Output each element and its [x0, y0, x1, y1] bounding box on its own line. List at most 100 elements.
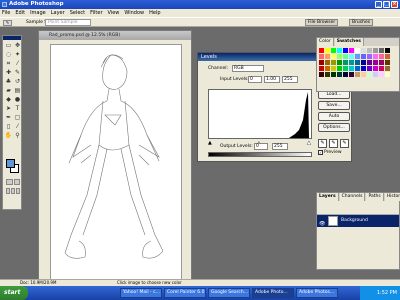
tab-color[interactable]: Color — [317, 38, 334, 46]
preview-checkbox[interactable]: ✓ — [318, 150, 323, 155]
menu-edit[interactable]: Edit — [15, 10, 25, 16]
input-white-field[interactable]: 255 — [282, 76, 298, 83]
menu-view[interactable]: View — [108, 10, 120, 16]
swatch[interactable] — [331, 60, 336, 65]
move-tool-icon[interactable]: ✥ — [13, 41, 22, 50]
layer-row-background[interactable]: 👁 Background — [317, 215, 399, 227]
menu-filter[interactable]: Filter — [90, 10, 102, 16]
swatch[interactable] — [361, 60, 366, 65]
swatch[interactable] — [343, 54, 348, 59]
swatch[interactable] — [385, 66, 390, 71]
swatch[interactable] — [355, 54, 360, 59]
swatch[interactable] — [343, 60, 348, 65]
swatch[interactable] — [373, 60, 378, 65]
swatch[interactable] — [367, 60, 372, 65]
menu-image[interactable]: Image — [30, 10, 46, 16]
task-adobe-photoshop-2[interactable]: Adobe Photos... — [296, 288, 338, 298]
type-tool-icon[interactable]: T — [13, 104, 22, 113]
swatch[interactable] — [349, 72, 354, 77]
stamp-tool-icon[interactable]: ♣ — [4, 77, 13, 86]
menu-help[interactable]: Help — [149, 10, 160, 16]
swatch[interactable] — [379, 48, 384, 53]
tab-layers[interactable]: Layers — [317, 193, 339, 201]
output-black-field[interactable]: 0 — [254, 143, 268, 150]
magic-wand-tool-icon[interactable]: ✦ — [13, 50, 22, 59]
swatch[interactable] — [361, 48, 366, 53]
swatch[interactable] — [325, 60, 330, 65]
quickmask-mode-button[interactable] — [13, 179, 20, 185]
tab-swatches[interactable]: Swatches — [334, 38, 364, 46]
swatch[interactable] — [355, 60, 360, 65]
swatch[interactable] — [379, 66, 384, 71]
channel-select[interactable]: RGB — [232, 65, 264, 72]
swatch[interactable] — [367, 54, 372, 59]
dodge-tool-icon[interactable]: ● — [13, 95, 22, 104]
standard-mode-button[interactable] — [6, 179, 13, 185]
swatch[interactable] — [385, 48, 390, 53]
swatch[interactable] — [361, 54, 366, 59]
auto-button[interactable]: Auto — [318, 112, 350, 121]
pen-tool-icon[interactable]: ✒ — [4, 113, 13, 122]
shape-tool-icon[interactable]: ▢ — [13, 113, 22, 122]
swatch[interactable] — [379, 72, 384, 77]
swatch[interactable] — [325, 66, 330, 71]
file-browser-button[interactable]: File Browser — [305, 19, 339, 26]
swatch[interactable] — [343, 66, 348, 71]
gray-eyedropper-icon[interactable]: ✎ — [329, 139, 338, 148]
swatch[interactable] — [331, 48, 336, 53]
swatch[interactable] — [349, 54, 354, 59]
swatch[interactable] — [379, 54, 384, 59]
options-button[interactable]: Options... — [318, 123, 350, 132]
swatch[interactable] — [367, 72, 372, 77]
eye-icon[interactable]: 👁 — [319, 218, 325, 230]
slice-tool-icon[interactable]: ⁄ — [13, 59, 22, 68]
task-google-search[interactable]: Google Search... — [208, 288, 250, 298]
menu-window[interactable]: Window — [124, 10, 144, 16]
menu-file[interactable]: File — [2, 10, 10, 16]
zoom-tool-icon[interactable]: ⚲ — [13, 131, 22, 140]
close-button[interactable]: × — [391, 1, 398, 8]
black-point-slider[interactable]: ▲ — [208, 140, 212, 146]
swatch[interactable] — [325, 48, 330, 53]
tab-channels[interactable]: Channels — [339, 193, 366, 201]
eyedropper-tool-icon[interactable]: ⁄ — [13, 122, 22, 131]
start-button[interactable]: start — [0, 286, 28, 300]
notes-tool-icon[interactable]: ▯ — [4, 122, 13, 131]
image-canvas[interactable] — [50, 44, 182, 282]
sample-size-select[interactable]: Point Sample — [45, 19, 91, 26]
swatch[interactable] — [337, 72, 342, 77]
swatch[interactable] — [319, 54, 324, 59]
swatch[interactable] — [319, 72, 324, 77]
swatch[interactable] — [331, 54, 336, 59]
lasso-tool-icon[interactable]: ◌ — [4, 50, 13, 59]
history-brush-tool-icon[interactable]: ↺ — [13, 77, 22, 86]
menu-layer[interactable]: Layer — [51, 10, 65, 16]
swatch[interactable] — [361, 72, 366, 77]
swatch[interactable] — [319, 48, 324, 53]
swatch[interactable] — [331, 66, 336, 71]
eraser-tool-icon[interactable]: ▰ — [4, 86, 13, 95]
swatch[interactable] — [367, 48, 372, 53]
swatch[interactable] — [355, 48, 360, 53]
task-corel-painter[interactable]: Corel Painter 6.0 — [164, 288, 206, 298]
swatch[interactable] — [355, 72, 360, 77]
swatch[interactable] — [385, 72, 390, 77]
healing-tool-icon[interactable]: ✚ — [4, 68, 13, 77]
hand-tool-icon[interactable]: ✋ — [4, 131, 13, 140]
swatch[interactable] — [379, 60, 384, 65]
minimize-button[interactable]: _ — [375, 1, 382, 8]
gradient-tool-icon[interactable]: ▤ — [13, 86, 22, 95]
swatch[interactable] — [349, 48, 354, 53]
output-white-field[interactable]: 255 — [272, 143, 288, 150]
tab-history[interactable]: History — [384, 193, 400, 201]
eyedropper-tool-icon[interactable]: ✎ — [3, 20, 12, 26]
swatch[interactable] — [331, 72, 336, 77]
tab-paths[interactable]: Paths — [366, 193, 384, 201]
marquee-tool-icon[interactable]: ▭ — [4, 41, 13, 50]
task-adobe-photoshop[interactable]: Adobe Photo... — [252, 288, 294, 298]
swatch[interactable] — [325, 72, 330, 77]
swatch[interactable] — [373, 66, 378, 71]
task-yahoo-mail[interactable]: Yahoo! Mail - c... — [120, 288, 162, 298]
swatch[interactable] — [337, 66, 342, 71]
swatch[interactable] — [373, 72, 378, 77]
